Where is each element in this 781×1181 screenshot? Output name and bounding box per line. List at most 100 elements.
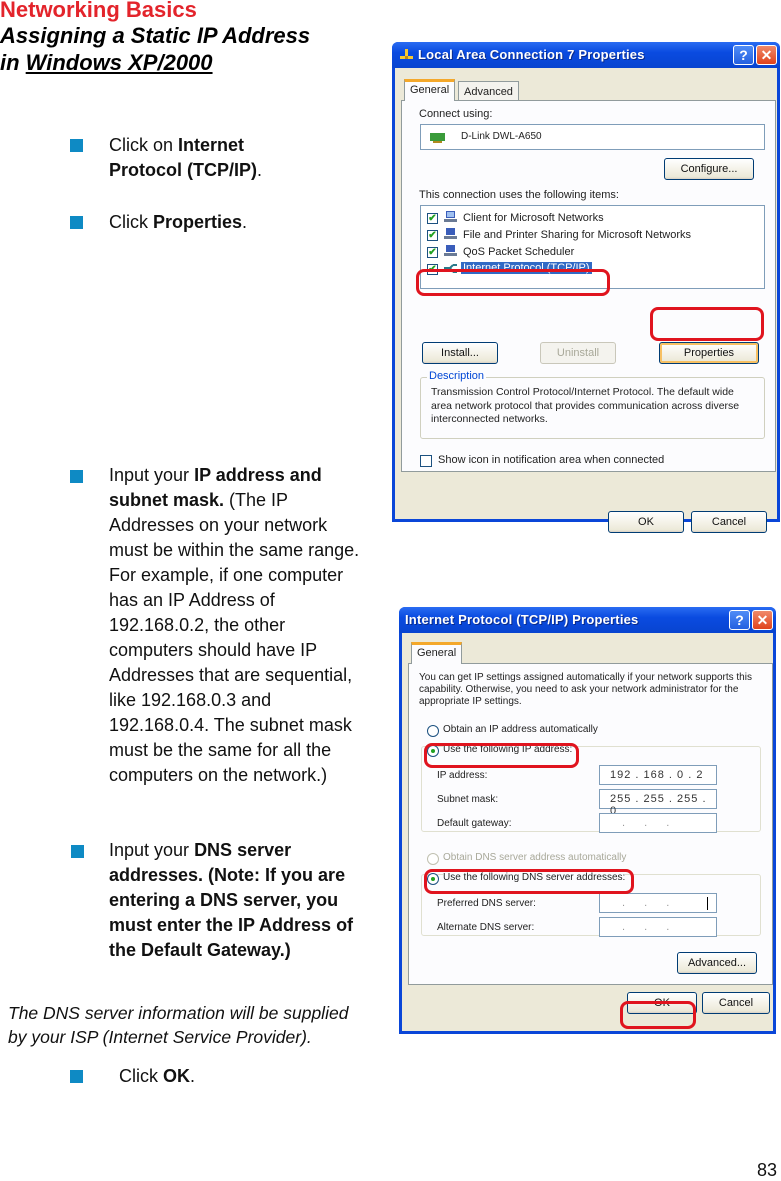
help-button[interactable]: ? (733, 45, 754, 65)
note-line-2: by your ISP (Internet Service Provider). (8, 1027, 312, 1047)
alternate-dns-label: Alternate DNS server: (437, 922, 535, 933)
instruction-2: Click Properties. (109, 210, 359, 235)
instruction-text: Click (109, 212, 153, 232)
items-label: This connection uses the following items… (419, 189, 619, 201)
instruction-text: Click (119, 1066, 163, 1086)
instruction-after: . (257, 160, 263, 180)
instruction-bold: OK (163, 1066, 190, 1086)
tcpip-properties-dialog: Internet Protocol (TCP/IP) Properties ? … (399, 607, 776, 1034)
list-item[interactable]: ✔ File and Printer Sharing for Microsoft… (427, 227, 757, 244)
dialog-titlebar[interactable]: Local Area Connection 7 Properties ? ✕ (392, 42, 780, 68)
network-connection-icon (400, 49, 413, 59)
list-item[interactable]: ✔ QoS Packet Scheduler (427, 244, 757, 261)
instruction-bold: Properties (153, 212, 243, 232)
subnet-mask-label: Subnet mask: (437, 794, 499, 805)
title-os-underlined: Windows XP/2000 (25, 50, 213, 75)
general-tab-panel: You can get IP settings assigned automat… (408, 663, 773, 985)
default-gateway-label: Default gateway: (437, 818, 512, 829)
obtain-dns-auto-label: Obtain DNS server address automatically (443, 852, 627, 863)
note-line-1: The DNS server information will be suppl… (8, 1003, 349, 1023)
connect-using-label: Connect using: (419, 108, 493, 120)
network-adapter-icon (430, 133, 445, 143)
list-item[interactable]: ✔ Client for Microsoft Networks (427, 210, 757, 227)
item-checkbox[interactable]: ✔ (427, 213, 438, 224)
dns-note: The DNS server information will be suppl… (8, 1001, 348, 1049)
alternate-dns-value: . . . (622, 921, 678, 933)
preferred-dns-value: . . . (622, 897, 678, 909)
instruction-4: Input your DNS server addresses. (Note: … (109, 838, 371, 963)
uninstall-button[interactable]: Uninstall (540, 342, 616, 364)
configure-button[interactable]: Configure... (664, 158, 754, 180)
item-checkbox[interactable]: ✔ (427, 230, 438, 241)
instruction-after: . (242, 212, 248, 232)
bullet-icon (70, 470, 83, 483)
item-label: Client for Microsoft Networks (463, 212, 604, 224)
instruction-5: Click OK. (119, 1064, 319, 1089)
instruction-text: Input your (109, 840, 195, 860)
adapter-name: D-Link DWL-A650 (461, 131, 542, 142)
subnet-mask-input[interactable]: 255 . 255 . 255 . 0 (599, 789, 717, 817)
description-text: Transmission Control Protocol/Internet P… (431, 386, 740, 425)
text-cursor (707, 897, 708, 910)
dialog-titlebar[interactable]: Internet Protocol (TCP/IP) Properties ? … (399, 607, 776, 633)
service-icon (444, 228, 457, 239)
install-button[interactable]: Install... (422, 342, 498, 364)
default-gateway-input[interactable]: . . . (599, 813, 717, 833)
service-icon (444, 245, 457, 256)
instruction-text: Click on (109, 135, 179, 155)
item-checkbox[interactable]: ✔ (427, 247, 438, 258)
show-icon-checkbox[interactable] (420, 455, 432, 467)
highlight-properties-button (650, 307, 764, 341)
bullet-icon (70, 1070, 83, 1083)
dialog-title: Internet Protocol (TCP/IP) Properties (405, 612, 639, 627)
highlight-ok-button (620, 1001, 696, 1029)
close-button[interactable]: ✕ (752, 610, 773, 630)
obtain-ip-auto-radio[interactable] (427, 725, 439, 737)
client-icon (444, 211, 457, 222)
instruction-3: Input your IP address and subnet mask. (… (109, 463, 371, 788)
highlight-use-following-dns (424, 869, 634, 894)
description-title: Description (427, 370, 487, 382)
intro-text: You can get IP settings assigned automat… (419, 672, 752, 707)
ok-button[interactable]: OK (608, 511, 684, 533)
bullet-icon (70, 216, 83, 229)
item-label: QoS Packet Scheduler (463, 246, 575, 258)
section-heading: Networking Basics (0, 0, 197, 22)
highlight-use-following-ip (424, 743, 579, 768)
page-number: 83 (756, 1160, 777, 1180)
instruction-1: Click on Internet Protocol (TCP/IP). (109, 133, 309, 183)
tab-general[interactable]: General (404, 79, 456, 101)
cancel-button[interactable]: Cancel (702, 992, 770, 1014)
show-icon-label: Show icon in notification area when conn… (438, 454, 665, 466)
adapter-field: D-Link DWL-A650 (420, 124, 765, 150)
instruction-after: (The IP Addresses on your network must b… (109, 490, 360, 785)
tab-general[interactable]: General (411, 642, 463, 664)
page-title-line1: Assigning a Static IP Address (0, 23, 311, 48)
obtain-dns-auto-radio[interactable] (427, 853, 439, 865)
default-gateway-value: . . . (622, 817, 678, 829)
bullet-icon (70, 139, 83, 152)
dialog-title: Local Area Connection 7 Properties (418, 47, 645, 62)
ip-address-input[interactable]: 192 . 168 . 0 . 2 (599, 765, 717, 785)
instruction-after: . (190, 1066, 196, 1086)
cancel-button[interactable]: Cancel (691, 511, 767, 533)
tab-advanced[interactable]: Advanced (458, 81, 519, 101)
close-button[interactable]: ✕ (756, 45, 777, 65)
bullet-icon (71, 845, 84, 858)
ip-address-value: 192 . 168 . 0 . 2 (610, 769, 704, 781)
highlight-tcpip-item (416, 269, 610, 296)
alternate-dns-input[interactable]: . . . (599, 917, 717, 937)
obtain-ip-auto-label: Obtain an IP address automatically (443, 724, 598, 735)
preferred-dns-label: Preferred DNS server: (437, 898, 536, 909)
ip-address-label: IP address: (437, 770, 488, 781)
title-prefix: in (0, 50, 26, 75)
properties-button[interactable]: Properties (659, 342, 759, 364)
item-label: File and Printer Sharing for Microsoft N… (463, 229, 692, 241)
help-button[interactable]: ? (729, 610, 750, 630)
description-group: Description Transmission Control Protoco… (420, 370, 765, 439)
page-title-line2: in Windows XP/2000 (0, 50, 213, 76)
instruction-text: Input your (109, 465, 195, 485)
dialog-body: General You can get IP settings assigned… (402, 633, 773, 1031)
preferred-dns-input[interactable]: . . . (599, 893, 717, 913)
advanced-button[interactable]: Advanced... (677, 952, 757, 974)
